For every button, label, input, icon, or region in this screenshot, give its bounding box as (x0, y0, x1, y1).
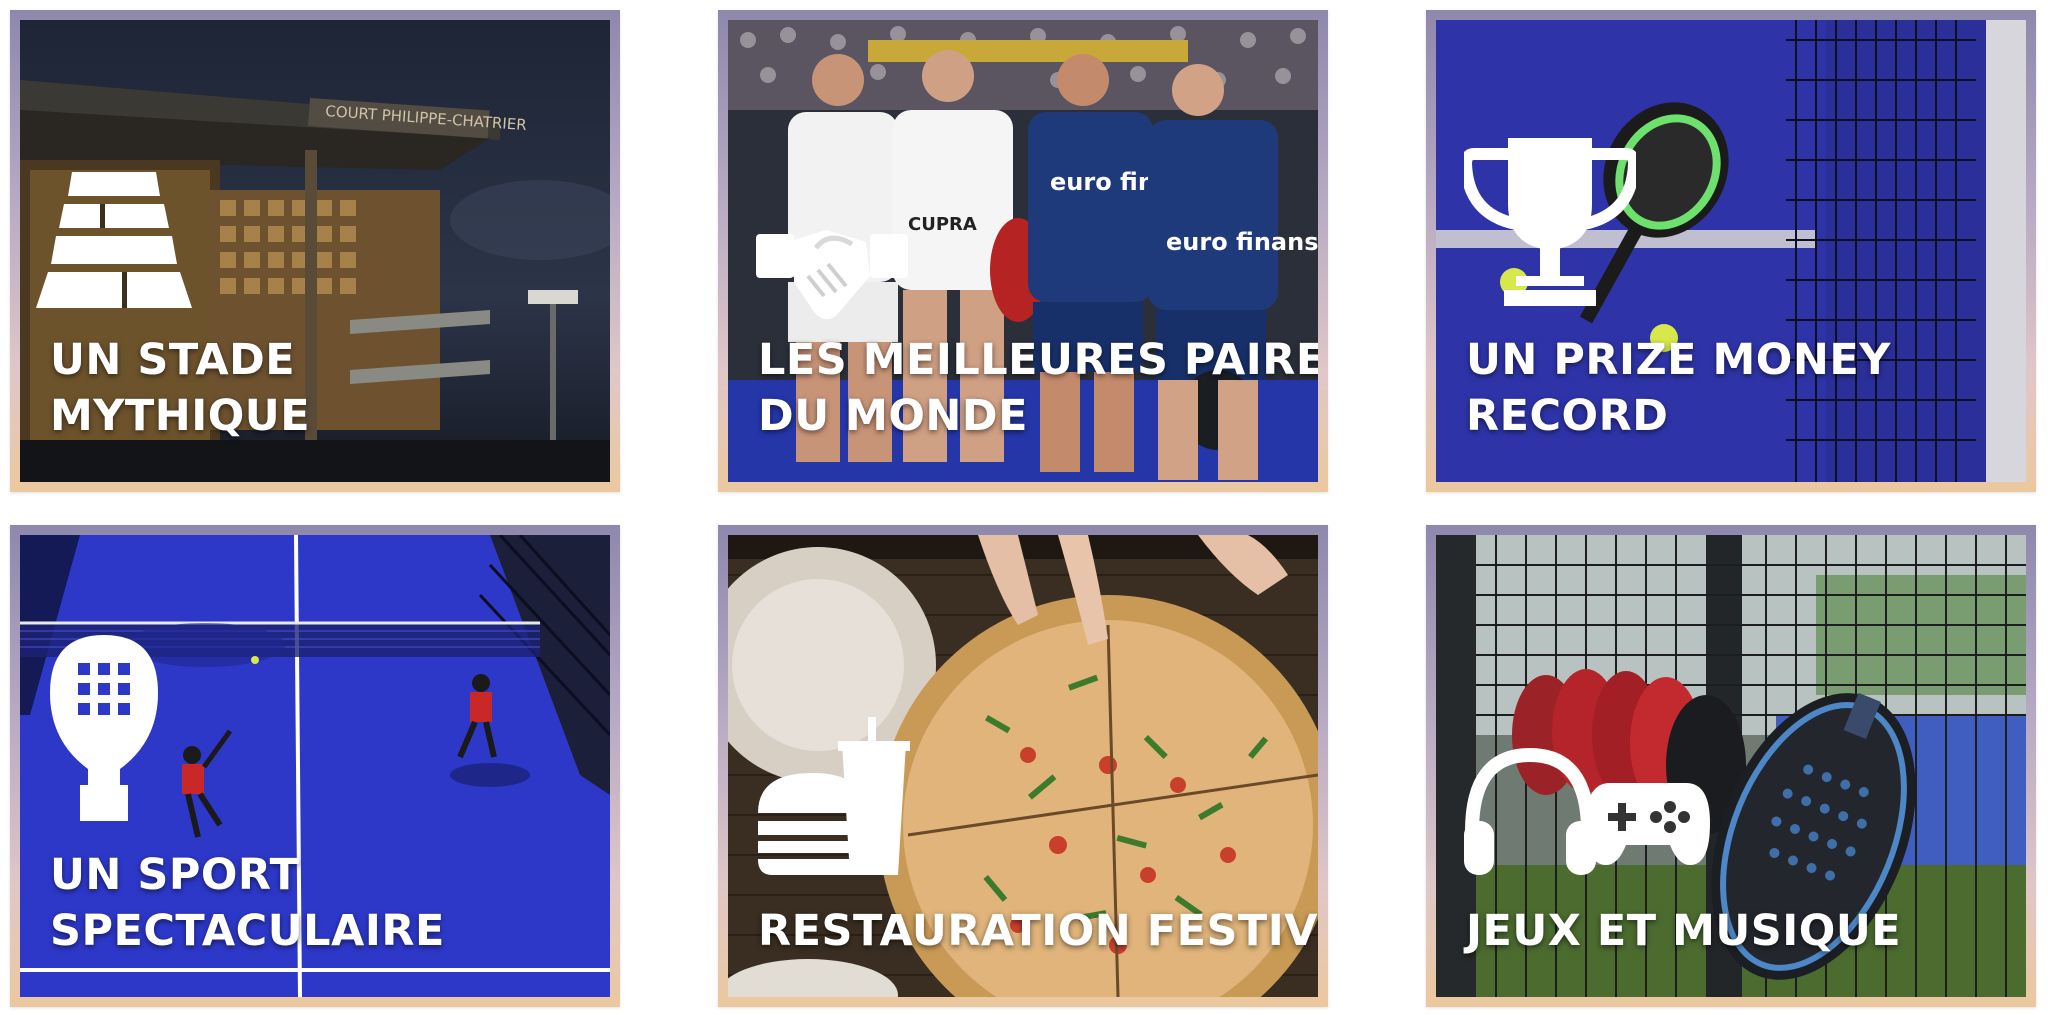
feature-card-stadium[interactable]: COURT PHILIPPE-CHATRIER UN STADE MYTHIQU… (10, 10, 620, 492)
headphones-icon (1464, 747, 1596, 875)
games-music-photo: JEUX ET MUSIQUE (1436, 535, 2026, 997)
stadium-icon (34, 172, 194, 308)
card-title-line: UN STADE (50, 335, 296, 385)
players-photo: CUPRA euro finans euro finans LES MEILLE… (728, 20, 1318, 482)
card-title: UN PRIZE MONEY RECORD (1466, 332, 2006, 444)
feature-card-games-music[interactable]: JEUX ET MUSIQUE (1426, 525, 2036, 1007)
card-title-line: SPECTACULAIRE (50, 906, 445, 956)
gamepad-icon (1586, 783, 1710, 865)
jersey-sponsor: euro finans (1166, 228, 1318, 256)
feature-card-prize-money[interactable]: UN PRIZE MONEY RECORD (1426, 10, 2036, 492)
card-title-line: MYTHIQUE (50, 391, 311, 441)
stadium-photo: COURT PHILIPPE-CHATRIER UN STADE MYTHIQU… (20, 20, 610, 482)
card-title: JEUX ET MUSIQUE (1466, 903, 2006, 959)
card-title-line: UN SPORT (50, 850, 300, 900)
card-title-line: UN PRIZE MONEY (1466, 335, 1891, 385)
card-title-line: RECORD (1466, 391, 1669, 441)
card-title: RESTAURATION FESTIVE (758, 903, 1318, 959)
handshake-icon (756, 220, 908, 328)
card-title-line: LES MEILLEURES PAIRES (758, 335, 1318, 385)
feature-card-players[interactable]: CUPRA euro finans euro finans LES MEILLE… (718, 10, 1328, 492)
burger-drink-icon (758, 717, 914, 875)
feature-card-food[interactable]: RESTAURATION FESTIVE (718, 525, 1328, 1007)
feature-card-sport[interactable]: UN SPORT SPECTACULAIRE (10, 525, 620, 1007)
card-title-line: DU MONDE (758, 391, 1028, 441)
card-title: UN SPORT SPECTACULAIRE (50, 847, 590, 959)
sport-photo: UN SPORT SPECTACULAIRE (20, 535, 610, 997)
padel-racket-icon (50, 635, 158, 821)
card-title: LES MEILLEURES PAIRES DU MONDE (758, 332, 1318, 444)
food-photo: RESTAURATION FESTIVE (728, 535, 1318, 997)
trophy-icon (1464, 138, 1636, 306)
shirt-sponsor: CUPRA (908, 214, 977, 235)
card-title-line: RESTAURATION FESTIVE (758, 906, 1318, 956)
prize-money-photo: UN PRIZE MONEY RECORD (1436, 20, 2026, 482)
card-title-line: JEUX ET MUSIQUE (1466, 906, 1902, 956)
card-title: UN STADE MYTHIQUE (50, 332, 590, 444)
